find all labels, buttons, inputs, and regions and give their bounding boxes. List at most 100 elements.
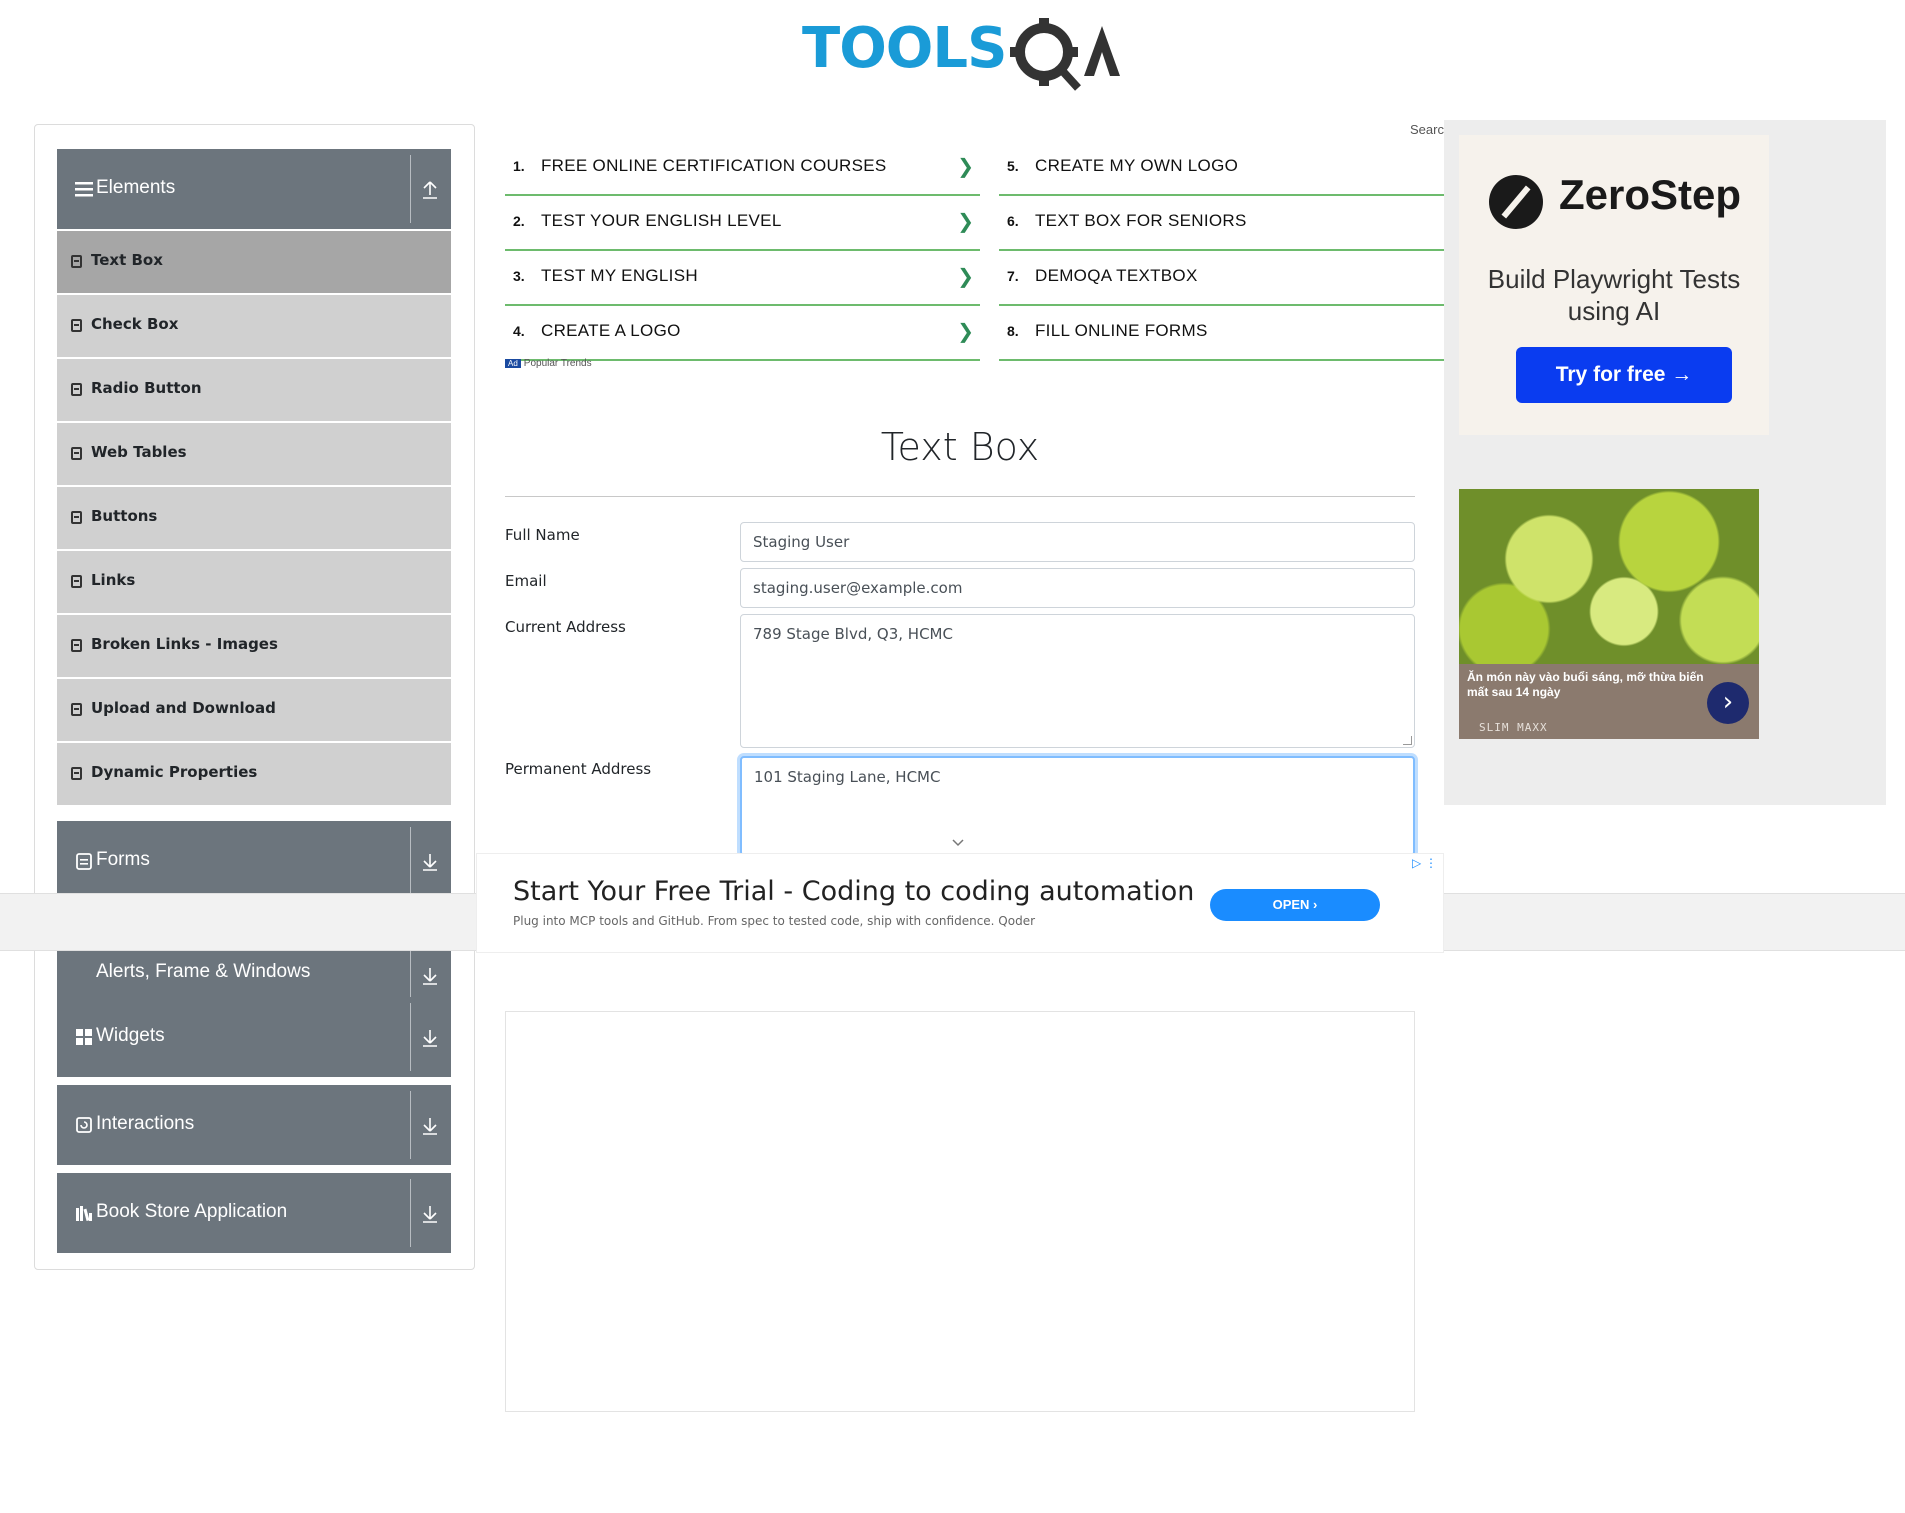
group-interactions[interactable]: Interactions [57,1085,451,1165]
banner-subtext: Plug into MCP tools and GitHub. From spe… [513,914,1036,928]
menu-item-label: Text Box [91,251,163,269]
menu-item-web-tables[interactable]: Web Tables [57,423,451,485]
current-address-textarea[interactable]: 789 Stage Blvd, Q3, HCMC [740,614,1415,748]
full-name-input[interactable]: Staging User [740,522,1415,562]
logo-qa-mark [1010,18,1120,91]
menu-item-label: Radio Button [91,379,202,397]
widgets-icon [76,1029,92,1045]
menu-item-radio-button[interactable]: Radio Button [57,359,451,421]
food-caption: Ăn món này vào buổi sáng, mỡ thừa biến m… [1467,670,1704,699]
chevron-down-icon[interactable] [951,838,965,848]
permanent-address-textarea[interactable]: 101 Staging Lane, HCMC [740,756,1415,856]
ad-link-list: 1. FREE ONLINE CERTIFICATION COURSES ❯ 2. T… [505,140,1445,380]
book-icon [76,1206,92,1222]
item-icon [71,383,82,396]
group-title: Elements [96,177,176,198]
chevron-right-icon: ❯ [957,154,974,178]
item-icon [71,255,82,268]
item-icon [71,703,82,716]
item-icon [71,319,82,332]
food-brand: SLIM MAXX [1479,721,1548,734]
bottom-banner-ad[interactable]: ▷ ⋮ Start Your Free Trial - Coding to co… [476,853,1444,953]
menu-item-label: Dynamic Properties [91,763,258,781]
menu-item-text-box[interactable]: Text Box [57,231,451,293]
download-arrow-icon[interactable] [419,1203,441,1225]
group-forms[interactable]: Forms [57,821,451,901]
menu-item-upload-download[interactable]: Upload and Download [57,679,451,741]
ad-link-num: 8. [1007,323,1019,339]
ad-link-text: TEST YOUR ENGLISH LEVEL [541,211,782,230]
left-panel: Elements Text Box Check Box Radio Button… [34,124,475,1270]
ad-link-num: 5. [1007,158,1019,174]
menu-item-links[interactable]: Links [57,551,451,613]
chevron-right-icon: ❯ [957,264,974,288]
group-title: Book Store Application [96,1201,288,1222]
group-widgets[interactable]: Widgets [57,997,451,1077]
resize-handle[interactable] [1403,736,1412,745]
group-title: Interactions [96,1113,195,1134]
item-icon [71,447,82,460]
ad-link-text: TEST MY ENGLISH [541,266,698,285]
item-icon [71,511,82,524]
ad-link-text: CREATE A LOGO [541,321,681,340]
ad-link[interactable]: 2. TEST YOUR ENGLISH LEVEL ❯ [505,195,980,251]
download-arrow-icon[interactable] [419,1027,441,1049]
download-arrow-icon[interactable] [419,965,441,987]
ad-link[interactable]: 1. FREE ONLINE CERTIFICATION COURSES ❯ [505,140,980,196]
zerostep-tagline: Build Playwright Tests using AI [1487,264,1741,326]
menu-item-label: Buttons [91,507,158,525]
ad-link-text: DEMOQA TEXTBOX [1035,266,1198,285]
menu-item-dynamic-properties[interactable]: Dynamic Properties [57,743,451,805]
full-name-label: Full Name [505,526,580,544]
divider [410,1179,411,1247]
ad-link-num: 4. [513,323,525,339]
group-title: Alerts, Frame & Windows [96,961,311,982]
ad-link[interactable]: 3. TEST MY ENGLISH ❯ [505,250,980,306]
upload-arrow-icon[interactable] [419,179,441,201]
chevron-right-icon: ❯ [957,319,974,343]
adchoices-icon[interactable]: ▷ ⋮ [1412,856,1437,870]
group-book-store[interactable]: Book Store Application [57,1173,451,1253]
email-label: Email [505,572,547,590]
hamburger-icon [75,182,93,197]
popular-trends-text: Popular Trends [523,358,592,369]
food-ad[interactable]: Ăn món này vào buổi sáng, mỡ thừa biến m… [1459,489,1759,739]
ad-link[interactable]: 7. DEMOQA TEXTBOX [999,250,1445,306]
ad-link-text: FREE ONLINE CERTIFICATION COURSES [541,156,887,175]
food-caption-bar: Ăn món này vào buổi sáng, mỡ thừa biến m… [1459,664,1759,739]
zerostep-ad[interactable]: ZeroStep Build Playwright Tests using AI… [1444,120,1886,805]
ad-link[interactable]: 4. CREATE A LOGO ❯ [505,305,980,361]
menu-item-label: Web Tables [91,443,187,461]
ad-link[interactable]: 5. CREATE MY OWN LOGO [999,140,1445,196]
ad-link-num: 1. [513,158,525,174]
title-divider [505,496,1415,497]
current-address-label: Current Address [505,618,626,636]
popular-trends-label[interactable]: Ad Popular Trends [505,358,592,369]
menu-item-buttons[interactable]: Buttons [57,487,451,549]
group-elements[interactable]: Elements [57,149,451,229]
ad-link-num: 6. [1007,213,1019,229]
email-input[interactable]: staging.user@example.com [740,568,1415,608]
download-arrow-icon[interactable] [419,851,441,873]
permanent-address-label: Permanent Address [505,760,652,778]
current-address-value: 789 Stage Blvd, Q3, HCMC [753,625,953,643]
page-title: Text Box [880,425,1040,469]
ad-link-num: 2. [513,213,525,229]
menu-item-check-box[interactable]: Check Box [57,295,451,357]
form-icon [76,853,92,870]
item-icon [71,575,82,588]
try-for-free-button[interactable]: Try for free → [1516,347,1732,403]
ad-link[interactable]: 8. FILL ONLINE FORMS [999,305,1445,361]
ad-link-text: TEXT BOX FOR SENIORS [1035,211,1247,230]
open-button[interactable]: OPEN › [1210,889,1380,921]
divider [410,1003,411,1071]
zerostep-logo-icon [1489,175,1543,229]
download-arrow-icon[interactable] [419,1115,441,1137]
permanent-address-value: 101 Staging Lane, HCMC [754,768,941,786]
menu-item-broken-links[interactable]: Broken Links - Images [57,615,451,677]
toolsqa-logo[interactable]: TOOLS [802,16,1122,94]
zerostep-brand: ZeroStep [1559,171,1742,218]
divider [410,155,411,223]
ad-link[interactable]: 6. TEXT BOX FOR SENIORS [999,195,1445,251]
arrow-right-icon[interactable]: › [1707,682,1749,724]
